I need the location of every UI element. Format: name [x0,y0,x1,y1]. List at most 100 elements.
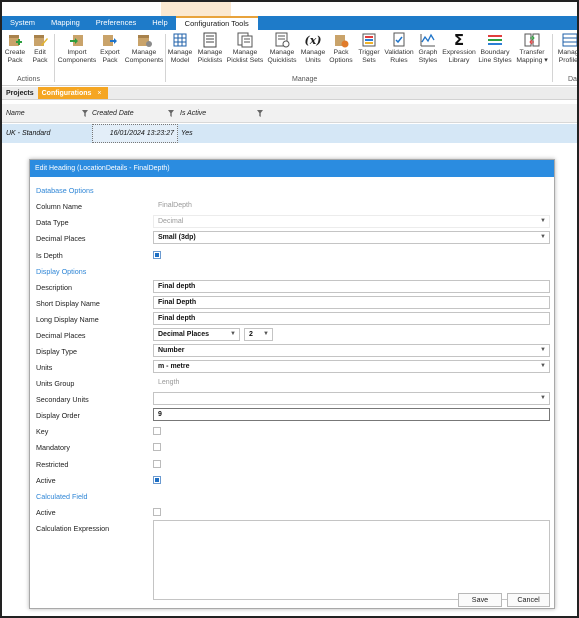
ribbon: Create Pack Edit Pack Import Components … [2,30,579,86]
export-icon [102,32,118,48]
label-restricted: Restricted [36,460,69,469]
is-depth-checkbox[interactable] [153,251,161,259]
manage-profiles-button[interactable]: Manage Profiles [555,32,577,65]
chevron-down-icon[interactable]: ▼ [230,329,236,340]
trigger-sets-icon [361,32,377,48]
manage-components-button[interactable]: Manage Components [124,32,164,65]
graph-styles-icon [420,32,436,48]
display-order-field[interactable]: 9 [153,408,550,421]
data-type-select: Decimal ▼ [153,215,550,228]
tab-help[interactable]: Help [144,16,175,30]
validation-rules-button[interactable]: Validation Rules [383,32,415,65]
units-icon: (x) [304,33,322,47]
mandatory-checkbox[interactable] [153,443,161,451]
label-units: Units [36,363,53,372]
export-pack-button[interactable]: Export Pack [98,32,122,65]
graph-styles-button[interactable]: Graph Styles [416,32,440,65]
chevron-down-icon[interactable]: ▼ [540,232,546,243]
display-type-select[interactable]: Number ▼ [153,344,550,357]
label-calculation-expression: Calculation Expression [36,524,110,533]
key-checkbox[interactable] [153,427,161,435]
expression-library-button[interactable]: Σ Expression Library [442,31,476,65]
close-icon[interactable]: × [97,87,101,100]
section-database-options: Database Options [36,186,94,195]
create-pack-button[interactable]: Create Pack [4,32,26,65]
column-header-created-date[interactable]: Created Date [92,104,134,123]
tab-configuration-tools[interactable]: Configuration Tools [175,16,258,30]
tab-preferences[interactable]: Preferences [88,16,144,30]
chevron-down-icon[interactable]: ▼ [540,345,546,356]
app-window: System Mapping Preferences Help Configur… [0,0,579,618]
section-display-options: Display Options [36,267,87,276]
trigger-sets-button[interactable]: Trigger Sets [356,32,382,65]
table-row[interactable]: UK - Standard 16/01/2024 13:23:27 Yes [2,124,577,143]
column-header-is-active[interactable]: Is Active [180,104,206,123]
transfer-mapping-button[interactable]: Transfer Mapping ▾ [514,32,550,65]
import-components-button[interactable]: Import Components [57,32,97,65]
tab-system[interactable]: System [2,16,43,30]
tab-projects[interactable]: Projects [2,87,38,99]
calculation-expression-field[interactable] [153,520,550,600]
units-group-field: Length [153,376,550,389]
manage-units-button[interactable]: (x) Manage Units [300,32,326,65]
filter-icon[interactable] [257,110,263,117]
picklist-sets-icon [237,32,253,48]
ribbon-separator [54,34,55,82]
chevron-down-icon[interactable]: ▼ [263,329,269,340]
contextual-tab-highlight [161,2,231,16]
manage-model-icon [172,32,188,48]
manage-quicklists-button[interactable]: Manage Quicklists [266,32,298,65]
chevron-down-icon[interactable]: ▼ [540,361,546,372]
secondary-units-select[interactable]: ▼ [153,392,550,405]
label-mandatory: Mandatory [36,443,70,452]
decimal-places-mode-value: Decimal Places [158,331,209,338]
pack-options-icon [333,32,349,48]
cell-created-date[interactable]: 16/01/2024 13:23:27 [92,124,178,143]
chevron-down-icon[interactable]: ▼ [540,393,546,404]
import-icon [69,32,85,48]
long-display-name-field[interactable]: Final depth [153,312,550,325]
restricted-checkbox[interactable] [153,460,161,468]
column-header-name[interactable]: Name [6,104,25,123]
label-display-order: Display Order [36,411,80,420]
decimal-places-count-select[interactable]: 2 ▼ [244,328,273,341]
description-field[interactable]: Final depth [153,280,550,293]
label-decimal-places: Decimal Places [36,234,86,243]
tab-mapping[interactable]: Mapping [43,16,88,30]
manage-model-button[interactable]: Manage Model [167,32,193,65]
units-select[interactable]: m - metre ▼ [153,360,550,373]
label-is-depth: Is Depth [36,251,63,260]
edit-pack-button[interactable]: Edit Pack [29,32,51,65]
manage-picklist-sets-button[interactable]: Manage Picklist Sets [226,32,264,65]
save-button[interactable]: Save [458,593,502,607]
decimal-places-mode-select[interactable]: Decimal Places ▼ [153,328,240,341]
manage-picklists-button[interactable]: Manage Picklists [196,32,224,65]
group-label-actions: Actions [17,76,40,83]
decimal-places-value: Small (3dp) [158,234,196,241]
dialog-title: Edit Heading (LocationDetails - FinalDep… [30,160,554,177]
pack-options-button[interactable]: Pack Options [328,32,354,65]
line-styles-icon [487,32,503,48]
tab-configurations[interactable]: Configurations × [37,87,108,100]
decimal-places-count-value: 2 [249,331,253,338]
calc-active-checkbox[interactable] [153,508,161,516]
boundary-line-styles-button[interactable]: Boundary Line Styles [478,32,512,65]
display-type-value: Number [158,347,185,354]
group-label-manage: Manage [292,76,318,83]
cell-name[interactable]: UK - Standard [6,124,50,143]
group-label-data: Dat [568,76,579,83]
filter-icon[interactable] [82,110,88,117]
cancel-button[interactable]: Cancel [507,593,550,607]
label-decimal-places-display: Decimal Places [36,331,86,340]
label-data-type: Data Type [36,218,69,227]
label-units-group: Units Group [36,379,75,388]
ribbon-separator [165,34,166,82]
decimal-places-select[interactable]: Small (3dp) ▼ [153,231,550,244]
cell-is-active[interactable]: Yes [181,124,193,143]
chevron-down-icon: ▼ [540,218,546,224]
short-display-name-field[interactable]: Final Depth [153,296,550,309]
active-checkbox[interactable] [153,476,161,484]
filter-icon[interactable] [168,110,174,117]
label-column-name: Column Name [36,202,82,211]
edit-heading-dialog: Edit Heading (LocationDetails - FinalDep… [29,159,555,609]
